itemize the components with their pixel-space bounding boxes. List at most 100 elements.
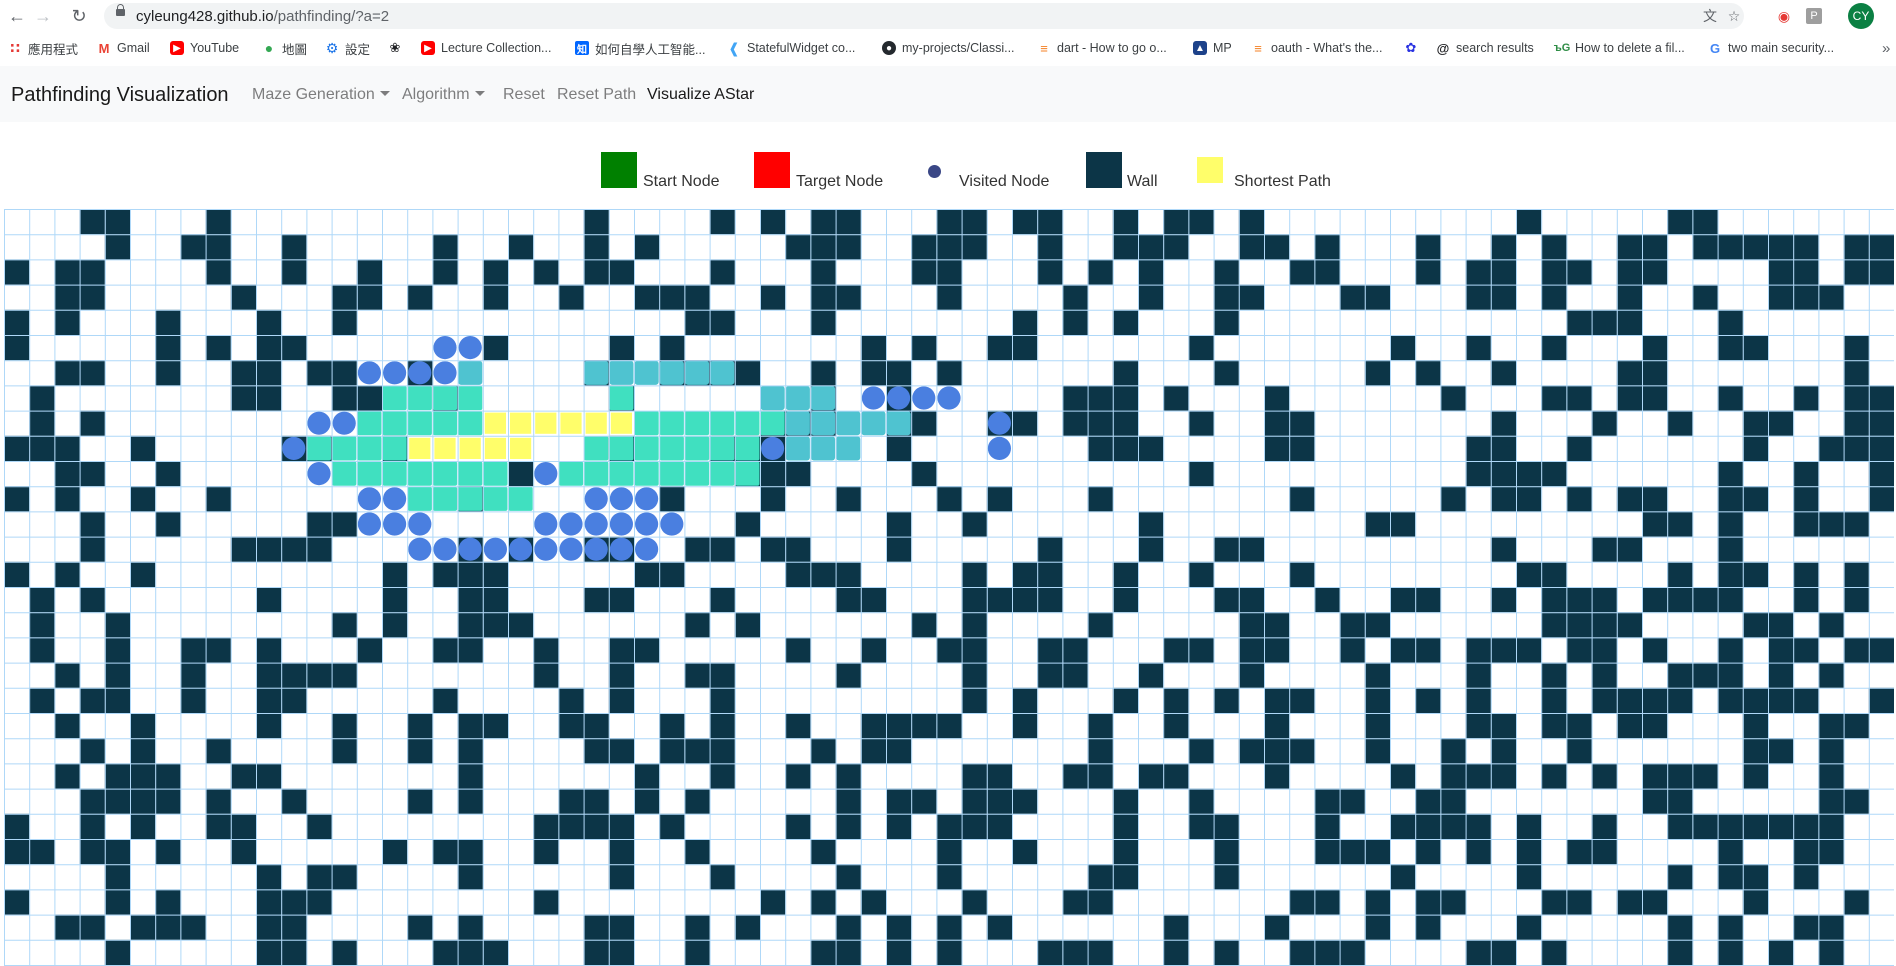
wall-node[interactable] [1642,687,1668,713]
wall-node[interactable] [1364,612,1390,638]
wall-node[interactable] [1364,889,1390,915]
wall-node[interactable] [1138,511,1164,537]
visited-node[interactable] [684,436,710,461]
wall-node[interactable] [29,839,55,865]
wall-node[interactable] [936,939,962,965]
wall-node[interactable] [986,486,1012,512]
frontier-node[interactable] [383,512,407,536]
wall-node[interactable] [1793,637,1819,663]
visited-node[interactable] [432,461,458,486]
wall-node[interactable] [4,889,30,915]
shortest-path-node[interactable] [535,412,557,434]
wall-node[interactable] [886,788,912,814]
wall-node[interactable] [1238,209,1264,235]
wall-node[interactable] [986,763,1012,789]
wall-node[interactable] [256,763,282,789]
wall-node[interactable] [1742,864,1768,890]
wall-node[interactable] [457,939,483,965]
wall-node[interactable] [1465,839,1491,865]
wall-node[interactable] [1062,662,1088,688]
wall-node[interactable] [785,713,811,739]
wall-node[interactable] [1642,788,1668,814]
wall-node[interactable] [810,561,836,587]
wall-node[interactable] [1264,435,1290,461]
visited-cyan-node[interactable] [810,411,836,436]
frontier-node[interactable] [660,512,684,536]
wall-node[interactable] [482,284,508,310]
wall-node[interactable] [230,763,256,789]
wall-node[interactable] [432,259,458,285]
wall-node[interactable] [1465,687,1491,713]
visited-cyan-node[interactable] [785,411,810,436]
wall-node[interactable] [1339,839,1365,865]
wall-node[interactable] [709,259,735,285]
wall-node[interactable] [1163,234,1189,260]
wall-node[interactable] [54,914,80,940]
frontier-node[interactable] [483,537,507,561]
wall-node[interactable] [1742,561,1768,587]
wall-node[interactable] [407,788,433,814]
wall-node[interactable] [810,889,836,915]
wall-node[interactable] [256,713,282,739]
wall-node[interactable] [1339,284,1365,310]
wall-node[interactable] [1516,461,1542,487]
wall-node[interactable] [1843,511,1869,537]
visited-node[interactable] [735,461,760,486]
visited-cyan-node[interactable] [785,385,810,411]
wall-node[interactable] [457,763,483,789]
wall-node[interactable] [558,788,584,814]
wall-node[interactable] [1843,435,1869,461]
wall-node[interactable] [1516,637,1542,663]
frontier-node[interactable] [357,361,381,385]
wall-node[interactable] [1717,637,1743,663]
wall-node[interactable] [1188,637,1214,663]
wall-node[interactable] [608,839,634,865]
visited-node[interactable] [382,436,407,461]
wall-node[interactable] [1566,889,1592,915]
frontier-node[interactable] [559,512,583,536]
wall-node[interactable] [130,763,156,789]
more-bookmarks-chevron-icon[interactable]: » [1882,39,1890,57]
wall-node[interactable] [4,435,30,461]
wall-node[interactable] [1364,738,1390,764]
wall-node[interactable] [1138,234,1164,260]
wall-node[interactable] [1087,410,1113,436]
wall-node[interactable] [709,536,735,562]
wall-node[interactable] [1163,209,1189,235]
wall-node[interactable] [1616,309,1642,335]
extension-p-icon[interactable]: P [1806,8,1822,24]
wall-node[interactable] [1616,385,1642,411]
wall-node[interactable] [1717,687,1743,713]
wall-node[interactable] [1238,738,1264,764]
wall-node[interactable] [1541,461,1567,487]
wall-node[interactable] [533,662,559,688]
wall-node[interactable] [1667,410,1693,436]
wall-node[interactable] [1415,234,1441,260]
bookmark-google[interactable]: Gtwo main security... [1708,39,1834,57]
wall-node[interactable] [608,939,634,965]
wall-node[interactable] [1314,839,1340,865]
wall-node[interactable] [1264,914,1290,940]
wall-node[interactable] [1490,637,1516,663]
wall-node[interactable] [1037,234,1063,260]
wall-node[interactable] [1490,763,1516,789]
frontier-node[interactable] [584,512,608,536]
wall-node[interactable] [1868,234,1894,260]
wall-node[interactable] [835,939,861,965]
frontier-node[interactable] [987,436,1011,460]
wall-node[interactable] [482,587,508,613]
visited-node[interactable] [710,461,735,486]
wall-node[interactable] [1742,234,1768,260]
visited-cyan-node[interactable] [584,360,609,385]
wall-node[interactable] [1793,486,1819,512]
visited-node[interactable] [382,385,407,411]
wall-node[interactable] [79,209,105,235]
wall-node[interactable] [4,839,30,865]
wall-node[interactable] [79,511,105,537]
wall-node[interactable] [1541,612,1567,638]
wall-node[interactable] [1868,687,1894,713]
wall-node[interactable] [79,839,105,865]
wall-node[interactable] [508,612,534,638]
wall-node[interactable] [155,763,181,789]
wall-node[interactable] [155,511,181,537]
